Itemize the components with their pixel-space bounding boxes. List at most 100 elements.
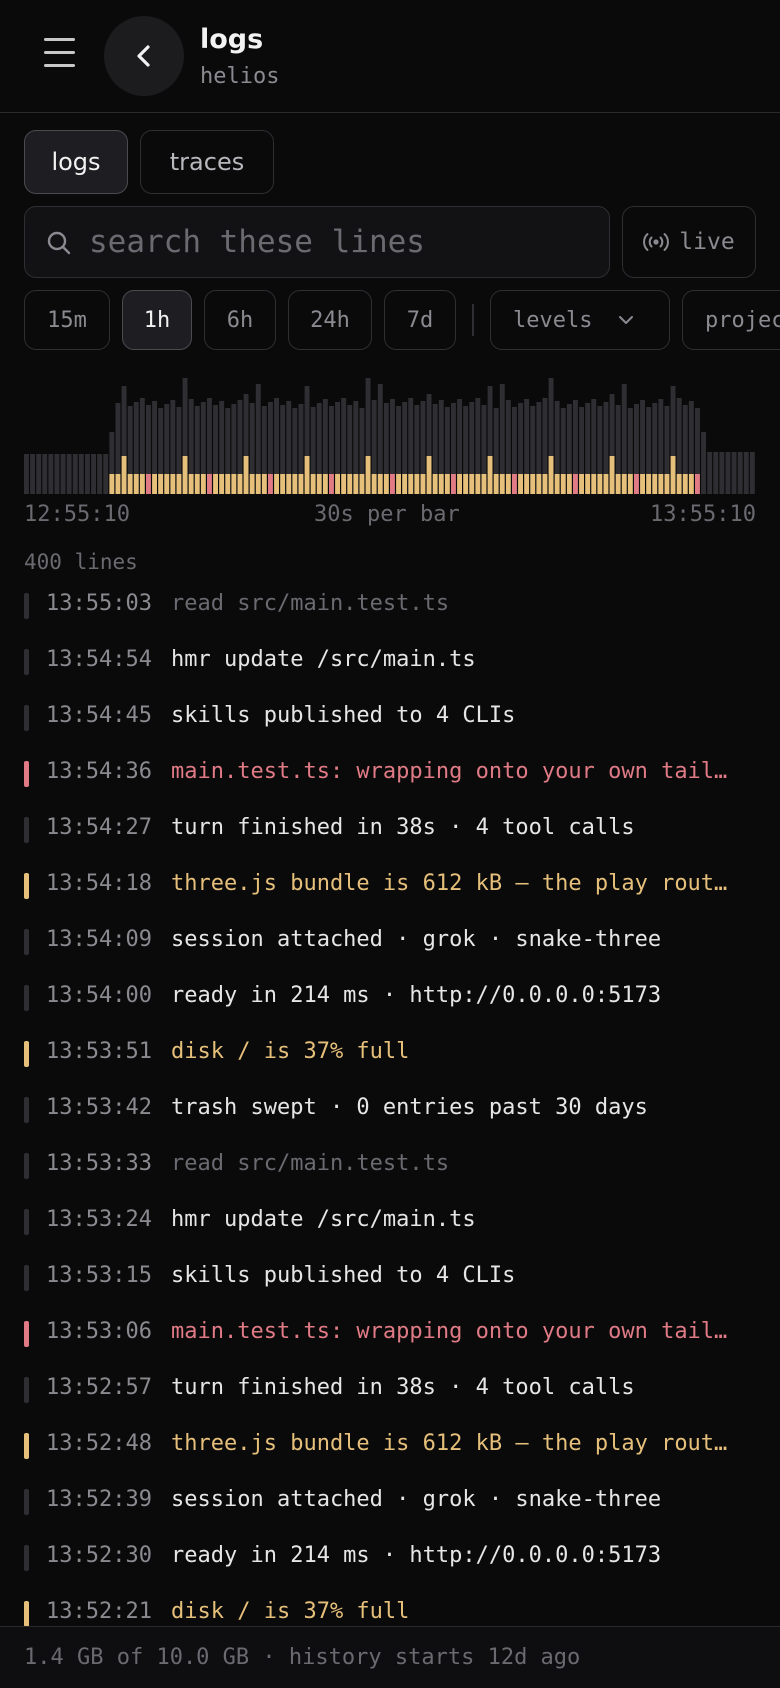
histogram-bar bbox=[91, 454, 96, 494]
histogram-bar bbox=[36, 454, 42, 494]
log-level-indicator bbox=[24, 1265, 29, 1291]
histogram-warn-segment bbox=[347, 474, 353, 494]
project-subtitle: helios bbox=[200, 64, 280, 89]
log-timestamp: 13:54:18 bbox=[46, 871, 152, 896]
tab-traces[interactable]: traces bbox=[140, 130, 274, 194]
log-row[interactable]: 13:53:06 main.test.ts: wrapping onto your… bbox=[0, 1306, 780, 1362]
histogram-bar bbox=[749, 452, 755, 494]
hamburger-menu-icon[interactable] bbox=[40, 38, 80, 72]
log-message: turn finished in 38s · 4 tool calls bbox=[171, 1375, 635, 1400]
histogram-warn-segment bbox=[322, 474, 328, 494]
histogram-bar bbox=[60, 454, 66, 494]
histogram-warn-segment bbox=[518, 474, 523, 494]
log-level-indicator bbox=[24, 1321, 29, 1347]
live-label: live bbox=[679, 229, 735, 255]
log-message: disk / is 37% full bbox=[171, 1039, 410, 1064]
log-row[interactable]: 13:52:57 turn finished in 38s · 4 tool ca… bbox=[0, 1362, 780, 1418]
range-15m[interactable]: 15m bbox=[24, 290, 110, 350]
histogram-bar bbox=[24, 454, 29, 494]
histogram-warn-segment bbox=[542, 474, 548, 494]
log-row[interactable]: 13:54:09 session attached · grok · snake-… bbox=[0, 914, 780, 970]
projects-select[interactable]: projects bbox=[682, 290, 780, 350]
log-timestamp: 13:53:15 bbox=[46, 1263, 152, 1288]
tab-logs[interactable]: logs bbox=[24, 130, 128, 194]
levels-label: levels bbox=[513, 307, 593, 333]
histogram-bar bbox=[701, 432, 706, 494]
histogram-warn-segment bbox=[548, 456, 554, 494]
histogram-warn-segment bbox=[658, 474, 664, 494]
log-row[interactable]: 13:53:51 disk / is 37% full bbox=[0, 1026, 780, 1082]
histogram-warn-segment bbox=[505, 474, 511, 494]
histogram-warn-segment bbox=[121, 456, 127, 494]
histogram-warn-segment bbox=[402, 474, 408, 494]
histogram-warn-segment bbox=[231, 474, 237, 494]
log-row[interactable]: 13:53:33 read src/main.test.ts bbox=[0, 1138, 780, 1194]
broadcast-icon bbox=[643, 233, 670, 251]
log-row[interactable]: 13:52:30 ready in 214 ms · http://0.0.0.0… bbox=[0, 1530, 780, 1586]
histogram-warn-segment bbox=[414, 474, 420, 494]
log-level-indicator bbox=[24, 761, 29, 787]
log-level-indicator bbox=[24, 873, 29, 899]
range-1h[interactable]: 1h bbox=[122, 290, 192, 350]
log-row[interactable]: 13:53:42 trash swept · 0 entries past 30 … bbox=[0, 1082, 780, 1138]
log-row[interactable]: 13:54:00 ready in 214 ms · http://0.0.0.0… bbox=[0, 970, 780, 1026]
log-row[interactable]: 13:54:54 hmr update /src/main.ts bbox=[0, 634, 780, 690]
log-level-indicator bbox=[24, 1153, 29, 1179]
log-row[interactable]: 13:53:15 skills published to 4 CLIs bbox=[0, 1250, 780, 1306]
log-row[interactable]: 13:54:45 skills published to 4 CLIs bbox=[0, 690, 780, 746]
histogram-bar bbox=[713, 452, 719, 494]
histogram-bar bbox=[66, 454, 72, 494]
range-24h[interactable]: 24h bbox=[288, 290, 372, 350]
histogram-warn-segment bbox=[115, 474, 121, 494]
histogram-bar bbox=[103, 454, 109, 494]
histogram-warn-segment bbox=[640, 474, 645, 494]
histogram-warn-segment bbox=[676, 474, 682, 494]
log-row[interactable]: 13:54:36 main.test.ts: wrapping onto your… bbox=[0, 746, 780, 802]
log-level-indicator bbox=[24, 1545, 29, 1571]
histogram-bar bbox=[42, 454, 48, 494]
histogram-warn-segment bbox=[255, 474, 261, 494]
histogram-bar bbox=[737, 452, 743, 494]
histogram-warn-segment bbox=[554, 474, 560, 494]
histogram-warn-segment bbox=[152, 474, 157, 494]
log-level-indicator bbox=[24, 817, 29, 843]
line-count: 400 lines bbox=[24, 550, 138, 574]
log-row[interactable]: 13:54:18 three.js bundle is 612 kB — the … bbox=[0, 858, 780, 914]
live-button[interactable]: live bbox=[622, 206, 756, 278]
histogram-warn-segment bbox=[591, 474, 597, 494]
search-input[interactable] bbox=[89, 217, 589, 267]
log-timestamp: 13:53:33 bbox=[46, 1151, 152, 1176]
log-row[interactable]: 13:52:39 session attached · grok · snake-… bbox=[0, 1474, 780, 1530]
histogram-warn-segment bbox=[377, 474, 383, 494]
log-message: main.test.ts: wrapping onto your own tai… bbox=[171, 759, 728, 784]
log-histogram[interactable] bbox=[24, 366, 756, 494]
histogram-warn-segment bbox=[475, 474, 481, 494]
projects-label: projects bbox=[705, 307, 780, 333]
log-timestamp: 13:54:09 bbox=[46, 927, 152, 952]
log-message: hmr update /src/main.ts bbox=[171, 647, 476, 672]
back-button[interactable] bbox=[104, 16, 184, 96]
log-row[interactable]: 13:53:24 hmr update /src/main.ts bbox=[0, 1194, 780, 1250]
search-box bbox=[24, 206, 610, 278]
histogram-warn-segment bbox=[469, 474, 475, 494]
histogram-warn-segment bbox=[499, 474, 505, 494]
histogram-warn-segment bbox=[493, 474, 499, 494]
histogram-bar bbox=[85, 454, 90, 494]
histogram-warn-segment bbox=[188, 474, 194, 494]
log-level-indicator bbox=[24, 985, 29, 1011]
histogram-bar bbox=[72, 454, 78, 494]
log-timestamp: 13:52:57 bbox=[46, 1375, 152, 1400]
log-row[interactable]: 13:52:48 three.js bundle is 612 kB — the … bbox=[0, 1418, 780, 1474]
log-row[interactable]: 13:54:27 turn finished in 38s · 4 tool ca… bbox=[0, 802, 780, 858]
histogram-warn-segment bbox=[280, 474, 286, 494]
histogram-bar bbox=[725, 452, 731, 494]
histogram-warn-segment bbox=[371, 474, 377, 494]
histogram-warn-segment bbox=[310, 474, 316, 494]
histogram-error-segment bbox=[207, 474, 212, 494]
range-6h[interactable]: 6h bbox=[204, 290, 276, 350]
histogram-end-label: 13:55:10 bbox=[650, 502, 756, 527]
histogram-warn-segment bbox=[426, 456, 432, 494]
log-row[interactable]: 13:55:03 read src/main.test.ts bbox=[0, 578, 780, 634]
levels-select[interactable]: levels bbox=[490, 290, 670, 350]
range-7d[interactable]: 7d bbox=[384, 290, 456, 350]
